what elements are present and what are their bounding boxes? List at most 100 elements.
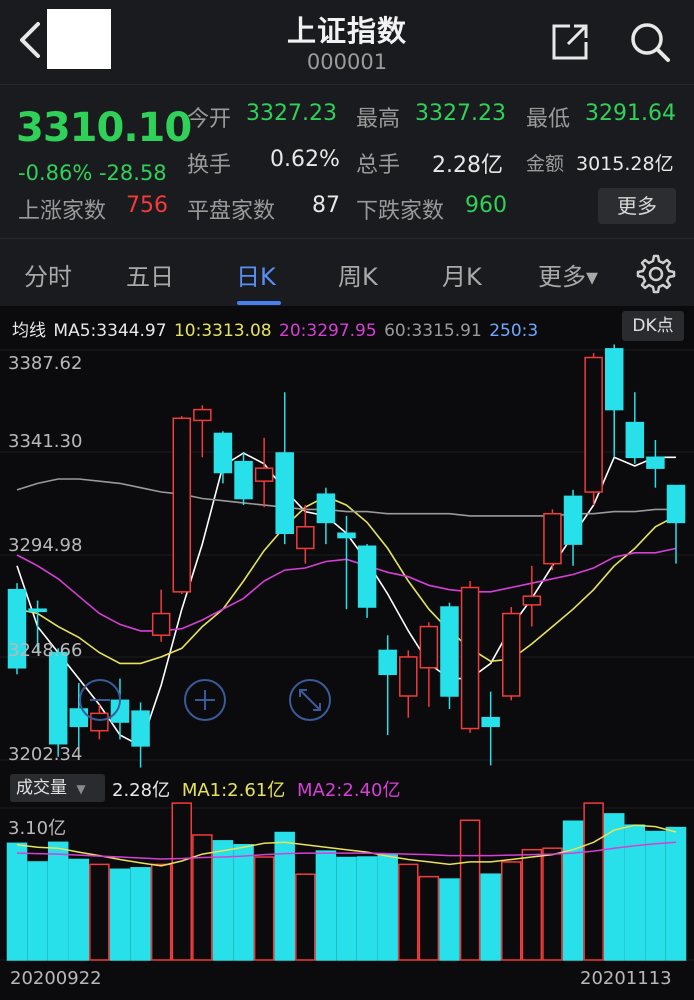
- volume-bar-down: [68, 858, 90, 961]
- price-label-0: 3387.62: [8, 353, 82, 374]
- volume-bar-down: [47, 841, 69, 961]
- stat-value-advancers: 756: [126, 193, 168, 218]
- volume-bar-up: [253, 856, 275, 961]
- candle-down: [625, 421, 645, 459]
- volume-bar-down: [665, 826, 687, 961]
- volume-bar-down: [336, 856, 357, 961]
- tab-five-day[interactable]: 五日: [126, 257, 174, 292]
- candle-down: [131, 710, 150, 747]
- candle-down: [357, 545, 377, 608]
- volume-bar-down: [439, 878, 460, 961]
- volume-bar-down: [480, 873, 501, 961]
- price-change: -0.86% -28.58: [18, 161, 167, 185]
- candle-down: [213, 432, 233, 474]
- stat-label-volume: 总手: [356, 153, 401, 178]
- candle-up: [522, 595, 542, 606]
- tab-weekly-k[interactable]: 周K: [338, 257, 378, 292]
- volume-ma2-value: MA2:2.40亿: [297, 780, 401, 801]
- more-stats-button[interactable]: 更多: [598, 188, 676, 224]
- ma10-value: 10:3313.08: [173, 321, 272, 341]
- gear-icon[interactable]: [636, 254, 676, 294]
- price-label-1: 3341.30: [8, 431, 82, 452]
- volume-bar-down: [356, 856, 378, 961]
- stat-value-decliners: 960: [465, 193, 507, 218]
- candle-up: [502, 612, 521, 697]
- candle-down: [481, 716, 500, 728]
- stat-value-turnover: 0.62%: [270, 147, 340, 172]
- volume-bar-up: [501, 861, 522, 961]
- volume-bar-down: [109, 868, 131, 961]
- candle-up: [419, 625, 439, 669]
- ma5-value: MA5:3344.97: [53, 321, 167, 341]
- tab-daily-k[interactable]: 日K: [236, 257, 276, 292]
- indicator-select-label: 成交量: [16, 778, 67, 798]
- candle-up: [584, 356, 603, 493]
- tab-more[interactable]: 更多▾: [538, 257, 598, 292]
- search-icon[interactable]: [628, 20, 672, 64]
- volume-bar-down: [130, 867, 151, 961]
- candle-up: [460, 586, 480, 730]
- quote-panel: 3310.10 -0.86% -28.58 今开 3327.23 最高 3327…: [0, 84, 694, 238]
- volume-bar-down: [562, 820, 584, 961]
- share-icon[interactable]: [550, 22, 590, 62]
- candle-down: [646, 456, 665, 469]
- stat-label-decliners: 下跌家数: [356, 199, 445, 224]
- volume-bar-up: [418, 875, 440, 961]
- ma250-value: 250:3: [489, 321, 539, 341]
- kline-chart[interactable]: 3387.62 3341.30 3294.98 3248.66 3202.34 …: [0, 340, 694, 1000]
- stat-label-open: 今开: [187, 107, 232, 132]
- fullscreen-button[interactable]: [289, 679, 331, 721]
- volume-bar-up: [398, 863, 419, 961]
- period-tabs: 分时 五日 日K 周K 月K 更多▾: [0, 238, 694, 306]
- volume-bar-down: [274, 831, 295, 961]
- volume-bar-up: [171, 802, 192, 961]
- volume-bar-down: [27, 861, 48, 961]
- volume-bar-up: [150, 863, 172, 961]
- zoom-in-button[interactable]: [184, 679, 226, 721]
- volume-bar-down: [212, 840, 234, 961]
- stat-value-unchanged: 87: [312, 193, 340, 218]
- candle-up: [90, 712, 109, 732]
- volume-bar-down: [377, 853, 398, 961]
- candle-up: [296, 526, 315, 550]
- tab-intraday[interactable]: 分时: [24, 257, 72, 292]
- candle-down: [563, 495, 583, 545]
- current-price: 3310.10: [16, 105, 192, 151]
- top-bar: 上证指数 000001: [0, 0, 694, 84]
- candle-up: [399, 656, 418, 697]
- date-end-label: 20201113: [580, 968, 672, 989]
- stat-value-high: 3327.23: [415, 101, 506, 126]
- volume-bar-up: [459, 819, 481, 961]
- stat-value-low: 3291.64: [585, 101, 676, 126]
- volume-legend: 2.28亿 MA1:2.61亿 MA2:2.40亿: [112, 776, 400, 802]
- volume-bar-down: [315, 850, 337, 961]
- stat-label-turnover: 换手: [187, 153, 232, 178]
- price-label-2: 3294.98: [8, 535, 82, 556]
- volume-bar-down: [645, 830, 666, 961]
- candle-down: [378, 649, 397, 676]
- ma-legend-title: 均线: [12, 321, 46, 341]
- volume-bar-up: [295, 873, 316, 961]
- candle-up: [254, 467, 274, 482]
- chevron-down-icon: ▼: [76, 782, 86, 796]
- candle-down: [440, 606, 459, 697]
- tab-monthly-k[interactable]: 月K: [442, 257, 482, 292]
- stat-label-high: 最高: [356, 107, 401, 132]
- candle-down: [234, 460, 253, 500]
- candle-up: [172, 417, 191, 593]
- indicator-select[interactable]: 成交量 ▼: [10, 774, 105, 802]
- volume-bar-up: [89, 863, 110, 961]
- dk-point-button[interactable]: DK点: [622, 311, 684, 341]
- ma-legend: 均线 MA5:3344.97 10:3313.08 20:3297.95 60:…: [12, 316, 622, 341]
- candle-down: [48, 651, 68, 745]
- candle-up: [193, 408, 212, 422]
- stat-value-open: 3327.23: [246, 101, 337, 126]
- candle-down: [604, 348, 624, 411]
- price-label-4: 3202.34: [8, 744, 82, 765]
- volume-bar-down: [6, 842, 28, 961]
- candle-up: [543, 512, 562, 565]
- stat-label-amount: 金额: [526, 153, 565, 175]
- volume-bar-down: [603, 813, 625, 961]
- candle-down: [28, 608, 47, 613]
- stat-label-advancers: 上涨家数: [18, 199, 107, 224]
